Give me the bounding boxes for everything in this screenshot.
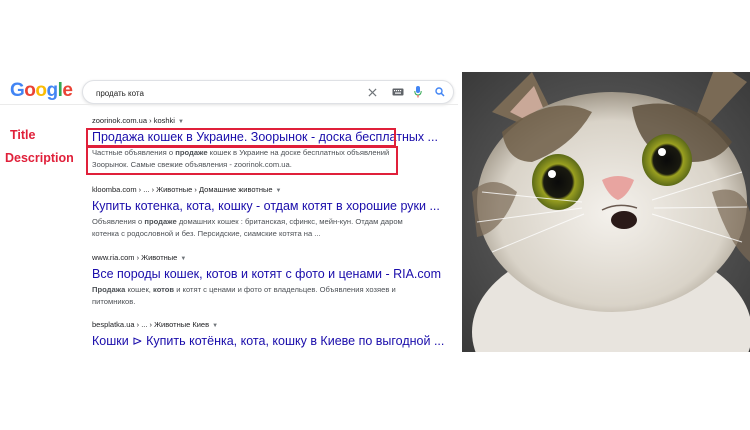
result-title[interactable]: Купить котенка, кота, кошку - отдам котя… <box>92 198 462 215</box>
description-highlight-box <box>86 146 398 175</box>
description-keyword: Продажа <box>92 285 126 294</box>
title-annotation-label: Title <box>10 128 36 142</box>
result-description: Продажа кошек, котов и котят с ценами и … <box>92 284 417 307</box>
google-logo[interactable]: Google <box>10 80 73 102</box>
logo-letter: g <box>46 80 59 101</box>
description-text: Объявления о <box>92 217 145 226</box>
result-menu-icon[interactable]: ▼ <box>180 256 186 262</box>
result-description: Объявления о продаже домашних кошек : бр… <box>92 216 417 239</box>
result-menu-icon[interactable]: ▼ <box>178 119 184 125</box>
description-annotation-label: Description <box>5 151 74 165</box>
description-keyword: котов <box>153 285 175 294</box>
result-title[interactable]: Кошки ⊳ Купить котёнка, кота, кошку в Ки… <box>92 333 462 350</box>
description-keyword: продаже <box>144 217 177 226</box>
result-url-text[interactable]: www.ria.com › Животные <box>92 253 177 262</box>
logo-letter: e <box>62 80 73 101</box>
result-menu-icon[interactable]: ▼ <box>212 323 218 329</box>
title-highlight-box <box>86 128 396 147</box>
result-url-text[interactable]: zoorinok.com.ua › koshki <box>92 116 175 125</box>
result-url[interactable]: www.ria.com › Животные ▼ <box>92 253 462 264</box>
result-url[interactable]: zoorinok.com.ua › koshki ▼ <box>92 116 462 127</box>
search-icon[interactable] <box>433 85 447 99</box>
clear-icon[interactable] <box>365 85 379 99</box>
search-result: kloomba.com › ... › Животные › Домашние … <box>92 185 462 239</box>
result-title[interactable]: Все породы кошек, котов и котят с фото и… <box>92 266 462 283</box>
header-divider <box>0 104 458 105</box>
result-url[interactable]: besplatka.ua › ... › Животные Киев ▼ <box>92 320 462 331</box>
search-bar[interactable] <box>82 80 454 104</box>
search-input[interactable] <box>94 84 358 102</box>
result-url-text[interactable]: besplatka.ua › ... › Животные Киев <box>92 320 209 329</box>
microphone-icon[interactable] <box>411 85 425 99</box>
keyboard-icon[interactable] <box>391 85 405 99</box>
result-url[interactable]: kloomba.com › ... › Животные › Домашние … <box>92 185 462 196</box>
logo-letter: o <box>35 80 47 101</box>
logo-letter: o <box>24 80 36 101</box>
surprised-cat-photo <box>462 72 750 352</box>
result-menu-icon[interactable]: ▼ <box>276 188 282 194</box>
logo-letter: G <box>10 80 25 101</box>
description-text: кошек, <box>125 285 153 294</box>
search-result: besplatka.ua › ... › Животные Киев ▼ Кошк… <box>92 320 462 350</box>
cat-illustration <box>462 72 750 352</box>
search-result: www.ria.com › Животные ▼ Все породы кошек… <box>92 253 462 307</box>
result-url-text[interactable]: kloomba.com › ... › Животные › Домашние … <box>92 185 273 194</box>
